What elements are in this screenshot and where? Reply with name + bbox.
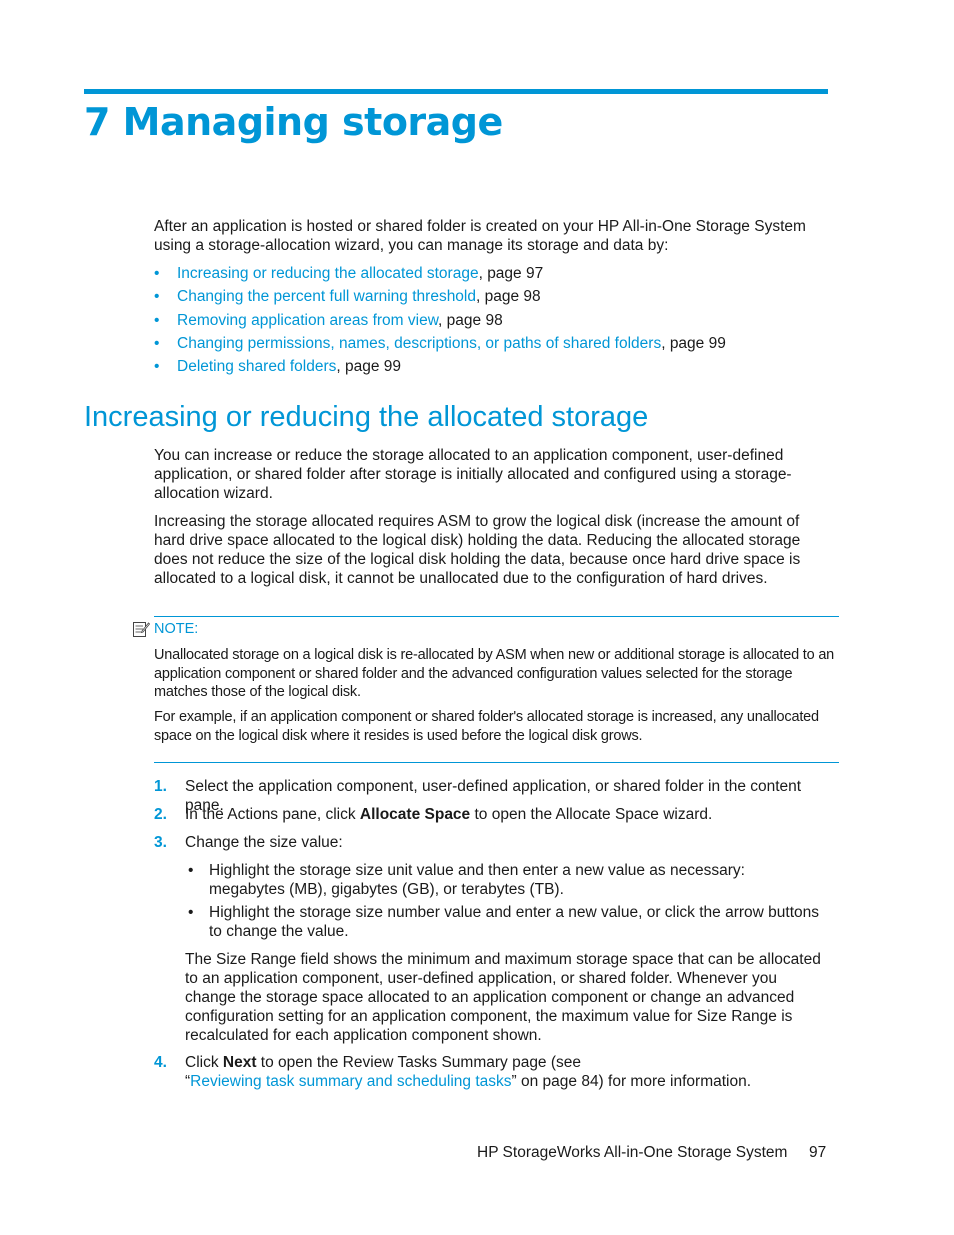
toc-link[interactable]: Changing permissions, names, description… bbox=[177, 335, 661, 352]
footer-title: HP StorageWorks All-in-One Storage Syste… bbox=[477, 1144, 788, 1161]
note-paragraph: For example, if an application component… bbox=[154, 709, 819, 744]
bullet-icon: • bbox=[154, 334, 160, 352]
toc-item: • Deleting shared folders, page 99 bbox=[154, 357, 726, 380]
ui-label-next: Next bbox=[222, 1054, 257, 1071]
toc-item: • Removing application areas from view, p… bbox=[154, 311, 726, 334]
step-number: 4. bbox=[154, 1054, 167, 1071]
toc-item: • Changing the percent full warning thres… bbox=[154, 287, 726, 310]
step-text-post: ” on page 84) for more information. bbox=[511, 1073, 752, 1090]
step-text-pre: Click bbox=[185, 1054, 223, 1071]
step-text: Change the size value: bbox=[185, 834, 343, 851]
ui-label-allocate-space: Allocate Space bbox=[359, 806, 471, 823]
page-number: 97 bbox=[809, 1144, 827, 1161]
step-text-post: to open the Allocate Space wizard. bbox=[470, 806, 713, 823]
step-text-pre: In the Actions pane, click bbox=[185, 806, 360, 823]
note-label: NOTE: bbox=[154, 621, 199, 637]
chapter-title: 7 Managing storage bbox=[84, 100, 503, 144]
toc-page: , page 97 bbox=[478, 265, 544, 282]
bullet-icon: • bbox=[188, 904, 194, 921]
toc-link[interactable]: Removing application areas from view bbox=[177, 312, 438, 329]
bullet-icon: • bbox=[188, 862, 194, 879]
toc-page: , page 99 bbox=[336, 358, 402, 376]
toc-page: , page 99 bbox=[661, 334, 726, 352]
step-number: 3. bbox=[154, 834, 167, 851]
step-number: 2. bbox=[154, 806, 167, 823]
step-text: In the Actions pane, click Allocate Spac… bbox=[185, 805, 835, 824]
toc-item: • Changing permissions, names, descriptio… bbox=[154, 334, 726, 357]
bullet-icon: • bbox=[154, 311, 160, 329]
toc-item: • Increasing or reducing the allocated st… bbox=[154, 264, 726, 287]
toc-link[interactable]: Deleting shared folders bbox=[177, 358, 336, 375]
sub-bullet-item: • Highlight the storage size number value… bbox=[185, 903, 825, 941]
toc-page: , page 98 bbox=[438, 311, 503, 329]
size-range-paragraph: The Size Range field shows the minimum a… bbox=[185, 951, 821, 1044]
section-paragraph: You can increase or reduce the storage a… bbox=[154, 447, 792, 502]
bullet-icon: • bbox=[154, 358, 160, 376]
chapter-rule bbox=[84, 89, 828, 94]
toc-link[interactable]: Increasing or reducing the allocated sto… bbox=[177, 265, 479, 282]
section-paragraph: Increasing the storage allocated require… bbox=[154, 513, 801, 587]
intro-paragraph: After an application is hosted or shared… bbox=[154, 218, 806, 254]
step-3-bullets: • Highlight the storage size unit value a… bbox=[185, 861, 825, 945]
section-title: Increasing or reducing the allocated sto… bbox=[84, 401, 649, 433]
sub-bullet-item: • Highlight the storage size unit value a… bbox=[185, 861, 825, 899]
sub-bullet-text: Highlight the storage size number value … bbox=[209, 904, 820, 940]
toc-page: , page 98 bbox=[476, 288, 541, 306]
step-text: Click Next to open the Review Tasks Summ… bbox=[185, 1053, 835, 1091]
toc-list: • Increasing or reducing the allocated st… bbox=[154, 264, 726, 380]
bullet-icon: • bbox=[154, 265, 160, 282]
step-number: 1. bbox=[154, 778, 167, 795]
bullet-icon: • bbox=[154, 288, 160, 306]
step-text-mid: to open the Review Tasks Summary page (s… bbox=[256, 1054, 582, 1071]
xref-link[interactable]: Reviewing task summary and scheduling ta… bbox=[190, 1073, 511, 1090]
sub-bullet-text: Highlight the storage size unit value an… bbox=[209, 862, 745, 898]
note-icon bbox=[133, 622, 150, 637]
note-paragraph: Unallocated storage on a logical disk is… bbox=[154, 647, 835, 700]
toc-link[interactable]: Changing the percent full warning thresh… bbox=[177, 288, 476, 305]
